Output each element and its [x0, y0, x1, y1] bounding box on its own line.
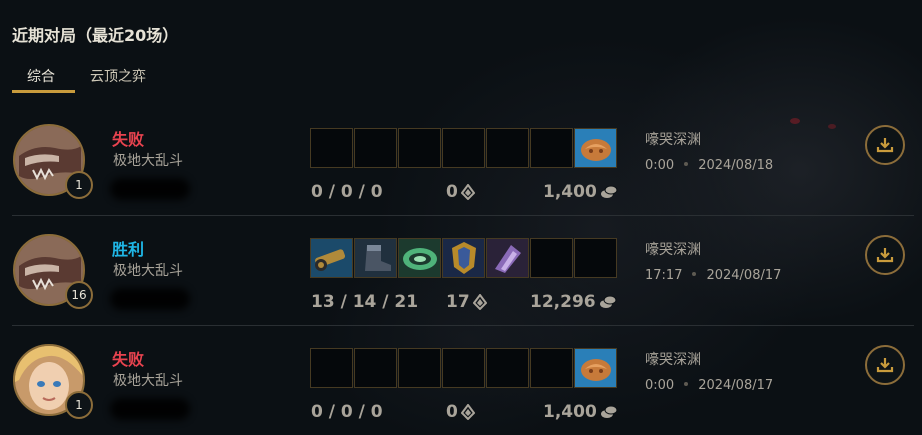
gold-amount: 1,400 [543, 182, 597, 202]
item-slot-empty [398, 128, 441, 168]
item-slot-empty [530, 238, 573, 278]
download-replay-button[interactable] [865, 235, 905, 275]
item-slot-empty [354, 128, 397, 168]
minion-count: 17 [446, 292, 470, 312]
poro-snax-icon [574, 128, 617, 168]
minion-stat: 0 [446, 182, 476, 202]
item-slot-empty [310, 348, 353, 388]
gold-amount: 12,296 [530, 292, 596, 312]
gauntlet-item-icon [486, 238, 529, 278]
poro-snax-icon [574, 348, 617, 388]
download-icon [876, 358, 894, 373]
item-slot-empty [486, 348, 529, 388]
download-replay-button[interactable] [865, 345, 905, 385]
game-mode: 极地大乱斗 [113, 153, 183, 169]
game-mode: 极地大乱斗 [113, 263, 183, 279]
game-mode: 极地大乱斗 [113, 373, 183, 389]
minion-count: 0 [446, 402, 458, 422]
boots-item-icon [354, 238, 397, 278]
match-duration: 0:00 [645, 158, 675, 173]
item-slot-empty [398, 348, 441, 388]
tab-tft[interactable]: 云顶之弈 [90, 66, 146, 86]
tab-overview[interactable]: 综合 [27, 66, 55, 86]
minion-icon [460, 403, 476, 421]
gold-amount: 1,400 [543, 402, 597, 422]
minion-icon [460, 183, 476, 201]
minion-stat: 0 [446, 402, 476, 422]
item-slot-empty [310, 128, 353, 168]
item-slot-empty [574, 238, 617, 278]
match-duration: 0:00 [645, 378, 675, 393]
match-result: 胜利 [112, 240, 145, 259]
gold-stat: 1,400 [543, 182, 618, 202]
item-slot-empty [530, 128, 573, 168]
player-name-redacted [110, 398, 190, 420]
item-slots [310, 238, 618, 278]
jade-item-icon [398, 238, 441, 278]
item-slots [310, 128, 618, 168]
download-replay-button[interactable] [865, 125, 905, 165]
kda-stat: 13 / 14 / 21 [311, 292, 419, 312]
item-slot-empty [442, 348, 485, 388]
map-name: 嚎哭深渊 [645, 242, 701, 258]
minion-icon [472, 293, 487, 311]
match-date: 2024/08/17 [706, 268, 782, 283]
minion-stat: 17 [446, 292, 487, 312]
download-icon [876, 248, 894, 263]
kda-stat: 0 / 0 / 0 [311, 402, 383, 422]
gold-stat: 12,296 [530, 292, 617, 312]
level-badge: 1 [65, 171, 93, 199]
match-row[interactable]: 1 失败 极地大乱斗 0 / 0 / 0 0 1,400 嚎哭深渊 0:00 20… [0, 124, 922, 234]
tab-active-indicator [12, 90, 75, 93]
kda-stat: 0 / 0 / 0 [311, 182, 383, 202]
armor-item-icon [442, 238, 485, 278]
map-name: 嚎哭深渊 [645, 352, 701, 368]
gold-coins-icon [599, 295, 617, 308]
match-row[interactable]: 16 胜利 极地大乱斗 13 / 14 / 21 17 12,296 嚎哭深渊 … [0, 234, 922, 344]
match-date: 2024/08/18 [698, 158, 774, 173]
separator-dot [692, 272, 697, 276]
gold-stat: 1,400 [543, 402, 618, 422]
row-divider [12, 215, 914, 216]
match-meta: 17:17 2024/08/17 [645, 268, 781, 283]
player-name-redacted [110, 178, 190, 200]
item-slot-empty [530, 348, 573, 388]
match-result: 失败 [112, 350, 145, 369]
item-slot-empty [486, 128, 529, 168]
item-slot-empty [442, 128, 485, 168]
item-slots [310, 348, 618, 388]
player-name-redacted [110, 288, 190, 310]
download-icon [876, 138, 894, 153]
match-date: 2024/08/17 [698, 378, 774, 393]
map-name: 嚎哭深渊 [645, 132, 701, 148]
gold-coins-icon [600, 405, 618, 418]
match-meta: 0:00 2024/08/18 [645, 158, 773, 173]
page-title: 近期对局（最近20场） [12, 26, 179, 45]
row-divider [12, 325, 914, 326]
match-result: 失败 [112, 130, 145, 149]
minion-count: 0 [446, 182, 458, 202]
level-badge: 1 [65, 391, 93, 419]
match-history-panel: 近期对局（最近20场） 综合 云顶之弈 1 失败 极地大乱斗 0 / 0 / 0… [0, 0, 922, 435]
separator-dot [684, 382, 689, 386]
item-slot-empty [354, 348, 397, 388]
level-badge: 16 [65, 281, 93, 309]
separator-dot [684, 162, 689, 166]
match-duration: 17:17 [645, 268, 683, 283]
match-meta: 0:00 2024/08/17 [645, 378, 773, 393]
cannon-item-icon [310, 238, 353, 278]
gold-coins-icon [600, 185, 618, 198]
match-row[interactable]: 1 失败 极地大乱斗 0 / 0 / 0 0 1,400 嚎哭深渊 0:00 20… [0, 344, 922, 435]
